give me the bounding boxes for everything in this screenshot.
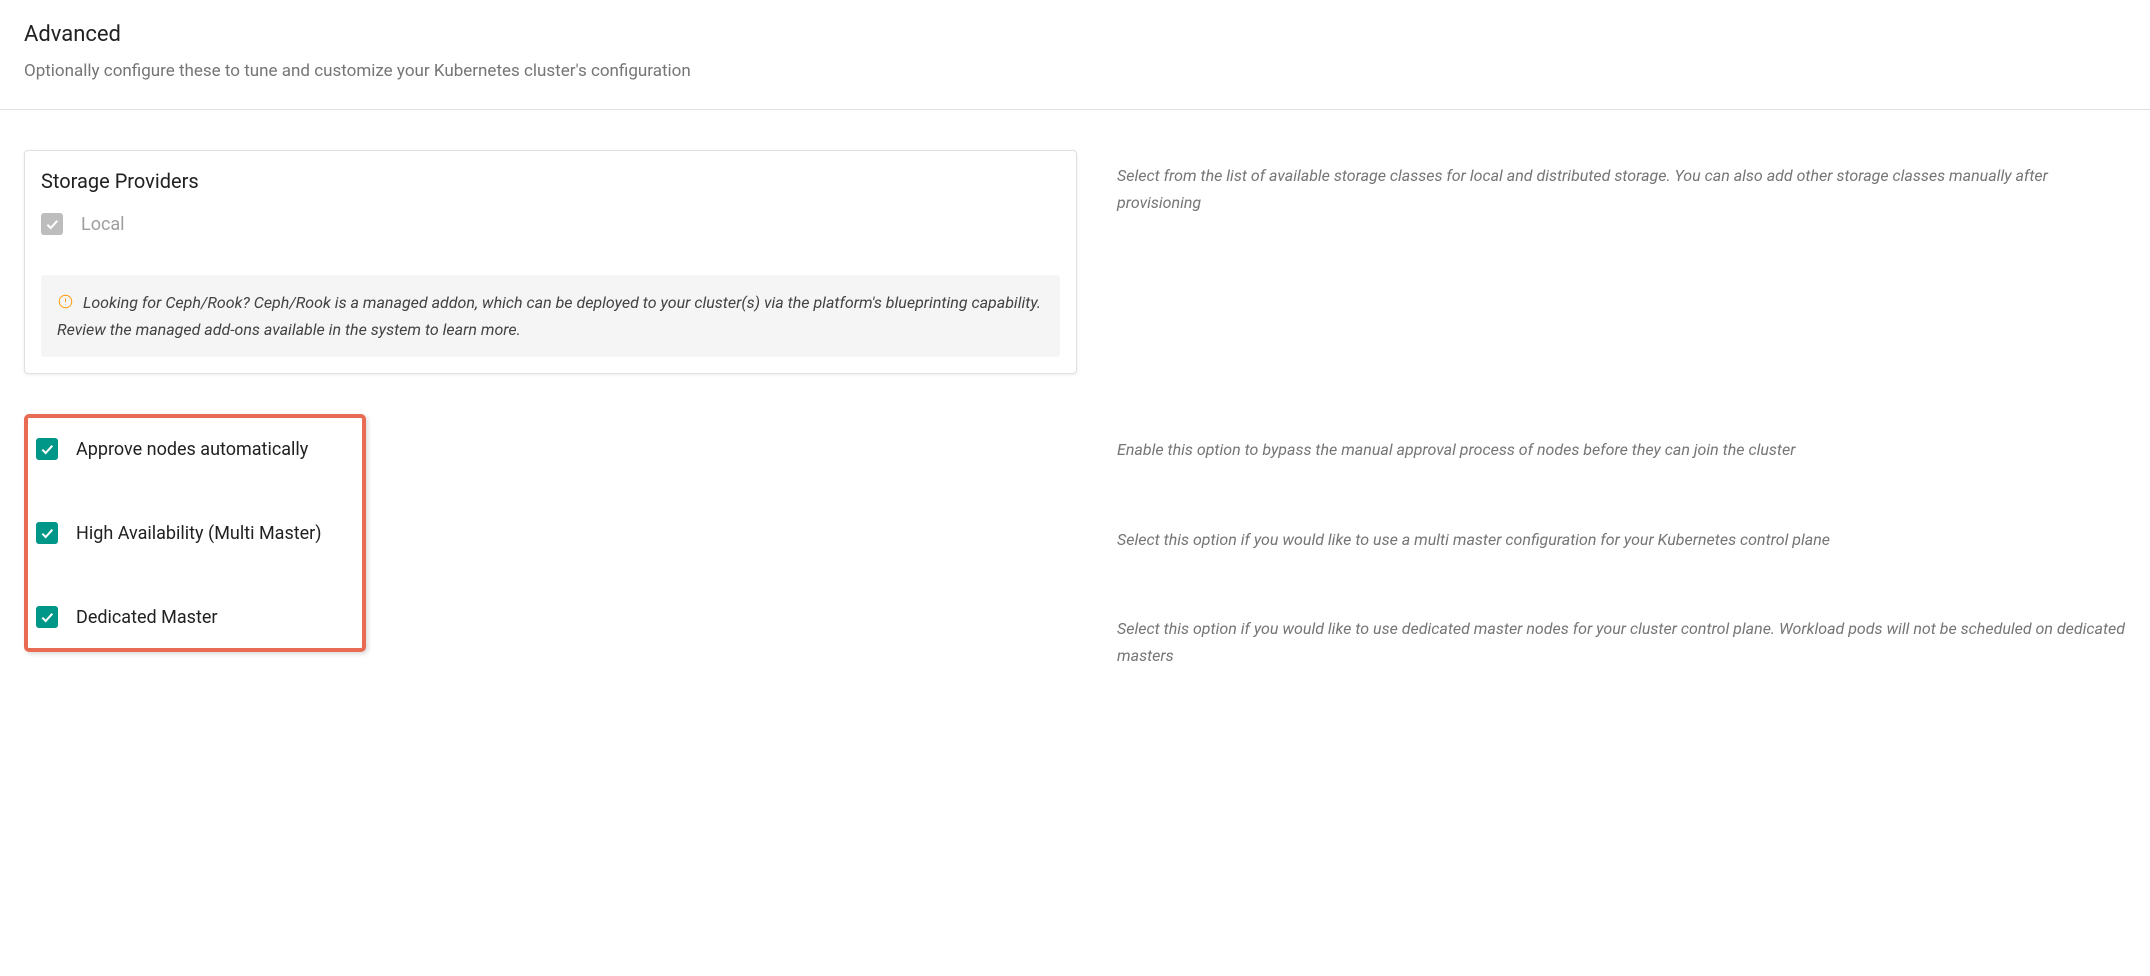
section-subtitle: Optionally configure these to tune and c… [24, 61, 2126, 81]
checkbox-checked-icon [36, 522, 58, 544]
info-icon [57, 293, 73, 309]
storage-help-text: Select from the list of available storag… [1117, 162, 2126, 216]
checkbox-checked-icon [36, 606, 58, 628]
high-availability-help: Select this option if you would like to … [1117, 526, 2126, 553]
dedicated-master-label: Dedicated Master [76, 607, 217, 628]
checkbox-checked-icon [36, 438, 58, 460]
storage-info-box: Looking for Ceph/Rook? Ceph/Rook is a ma… [41, 275, 1060, 357]
high-availability-label: High Availability (Multi Master) [76, 523, 322, 544]
storage-info-text: Looking for Ceph/Rook? Ceph/Rook is a ma… [57, 293, 1041, 339]
high-availability-option[interactable]: High Availability (Multi Master) [36, 522, 322, 544]
checkbox-disabled-icon [41, 213, 63, 235]
advanced-header: Advanced Optionally configure these to t… [0, 0, 2150, 110]
approve-nodes-label: Approve nodes automatically [76, 439, 308, 460]
approve-nodes-help: Enable this option to bypass the manual … [1117, 436, 2126, 463]
advanced-content: Storage Providers Local Looking for Ceph… [0, 110, 2150, 693]
storage-providers-card: Storage Providers Local Looking for Ceph… [24, 150, 1077, 374]
approve-nodes-option[interactable]: Approve nodes automatically [36, 438, 322, 460]
storage-local-option[interactable]: Local [41, 213, 1060, 235]
storage-local-label: Local [81, 214, 125, 235]
storage-providers-row: Storage Providers Local Looking for Ceph… [24, 150, 2126, 374]
section-title: Advanced [24, 22, 2126, 47]
dedicated-master-option[interactable]: Dedicated Master [36, 606, 322, 628]
highlighted-options-box: Approve nodes automatically High Availab… [24, 414, 366, 652]
dedicated-master-help: Select this option if you would like to … [1117, 615, 2126, 669]
storage-providers-title: Storage Providers [41, 169, 1060, 193]
